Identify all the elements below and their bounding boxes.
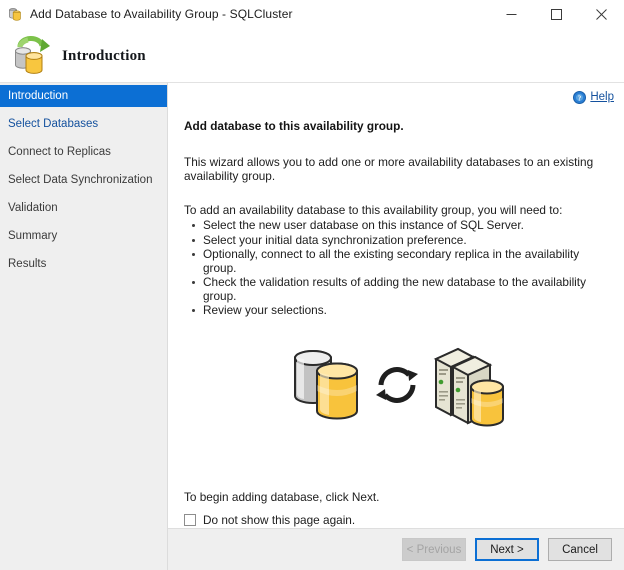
page-header: Introduction (0, 29, 624, 83)
window-body: Introduction Select Databases Connect to… (0, 82, 624, 570)
database-sync-icon (8, 34, 54, 78)
sidebar-item-summary[interactable]: Summary (0, 225, 167, 247)
title-bar: Add Database to Availability Group - SQL… (0, 0, 624, 29)
sidebar-item-results[interactable]: Results (0, 253, 167, 275)
sidebar-item-select-databases[interactable]: Select Databases (0, 113, 167, 135)
sidebar-item-label: Summary (8, 230, 57, 242)
help-link[interactable]: ? Help (573, 91, 614, 104)
sidebar-item-label: Introduction (8, 90, 68, 102)
svg-text:?: ? (578, 94, 582, 102)
database-icon (7, 6, 23, 22)
sidebar-item-label: Select Data Synchronization (8, 174, 152, 186)
do-not-show-again-checkbox[interactable] (184, 514, 196, 526)
sidebar-item-select-data-synchronization[interactable]: Select Data Synchronization (0, 169, 167, 191)
content-panel: ? Help Add database to this availability… (167, 82, 624, 570)
content-paragraph: This wizard allows you to add one or mor… (184, 155, 608, 183)
list-item: Review your selections. (203, 304, 608, 318)
list-item: Select the new user database on this ins… (203, 219, 608, 233)
window-controls (489, 0, 624, 28)
sidebar-item-label: Select Databases (8, 118, 98, 130)
wizard-footer: < Previous Next > Cancel (168, 528, 624, 570)
sidebar-item-validation[interactable]: Validation (0, 197, 167, 219)
window-title: Add Database to Availability Group - SQL… (30, 7, 293, 21)
sidebar-item-label: Results (8, 258, 46, 270)
cancel-button[interactable]: Cancel (548, 538, 612, 561)
database-sync-to-servers-illustration (168, 333, 624, 438)
sidebar-item-label: Connect to Replicas (8, 146, 111, 158)
list-item: Select your initial data synchronization… (203, 234, 608, 248)
wizard-steps-sidebar: Introduction Select Databases Connect to… (0, 82, 167, 570)
list-item: Check the validation results of adding t… (203, 276, 608, 303)
next-button[interactable]: Next > (475, 538, 539, 561)
close-icon[interactable] (579, 0, 624, 28)
content-step-list: Select the new user database on this ins… (184, 219, 608, 318)
page-title: Introduction (62, 48, 146, 65)
sidebar-item-introduction[interactable]: Introduction (0, 85, 167, 107)
content-list-intro: To add an availability database to this … (184, 203, 608, 217)
content-body: Add database to this availability group.… (168, 107, 624, 528)
content-lead: Add database to this availability group. (184, 119, 608, 133)
list-item: Optionally, connect to all the existing … (203, 248, 608, 275)
do-not-show-again-row[interactable]: Do not show this page again. (184, 513, 355, 527)
sidebar-item-connect-to-replicas[interactable]: Connect to Replicas (0, 141, 167, 163)
sidebar-item-label: Validation (8, 202, 58, 214)
do-not-show-again-label: Do not show this page again. (203, 513, 355, 527)
maximize-icon[interactable] (534, 0, 579, 28)
help-label: Help (590, 91, 614, 103)
minimize-icon[interactable] (489, 0, 534, 28)
begin-instruction-text: To begin adding database, click Next. (184, 490, 379, 504)
help-icon: ? (573, 91, 586, 104)
previous-button[interactable]: < Previous (402, 538, 466, 561)
help-row: ? Help (168, 83, 624, 107)
